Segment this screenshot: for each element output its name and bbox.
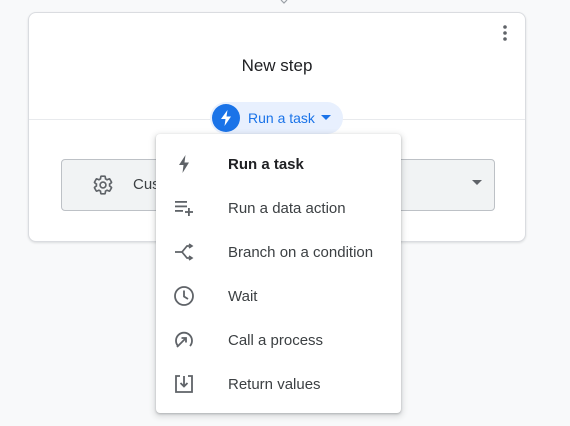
- step-title: New step: [241, 56, 313, 75]
- menu-item-return-values[interactable]: Return values: [156, 362, 401, 406]
- caret-down-icon: [320, 115, 331, 121]
- bolt-icon: [212, 104, 240, 132]
- gear-icon: [93, 175, 113, 195]
- step-type-label: Run a task: [248, 110, 315, 126]
- canvas: New step Run a task Cus Run a task Run a…: [0, 0, 570, 426]
- step-type-dropdown[interactable]: Run a task: [210, 102, 343, 134]
- menu-item-label: Run a data action: [228, 199, 346, 217]
- more-options-button[interactable]: [493, 21, 517, 45]
- menu-item-label: Wait: [228, 287, 258, 305]
- return-values-icon: [172, 372, 196, 396]
- menu-item-label: Branch on a condition: [228, 243, 374, 261]
- bolt-icon: [172, 152, 196, 176]
- menu-item-label: Run a task: [228, 155, 304, 173]
- menu-item-label: Call a process: [228, 331, 324, 349]
- menu-item-run-a-task[interactable]: Run a task: [156, 142, 401, 186]
- menu-item-run-a-data-action[interactable]: Run a data action: [156, 186, 401, 230]
- call-process-icon: [172, 328, 196, 352]
- clock-icon: [172, 284, 196, 308]
- menu-item-call-a-process[interactable]: Call a process: [156, 318, 401, 362]
- step-type-menu: Run a task Run a data action Branch on a…: [156, 134, 401, 413]
- menu-item-wait[interactable]: Wait: [156, 274, 401, 318]
- caret-down-icon: [472, 180, 482, 185]
- connector-arrow-icon: [280, 0, 288, 4]
- playlist-add-icon: [172, 196, 196, 220]
- more-vert-icon: [503, 25, 507, 41]
- menu-item-label: Return values: [228, 375, 321, 393]
- menu-item-branch-on-a-condition[interactable]: Branch on a condition: [156, 230, 401, 274]
- branch-icon: [172, 240, 196, 264]
